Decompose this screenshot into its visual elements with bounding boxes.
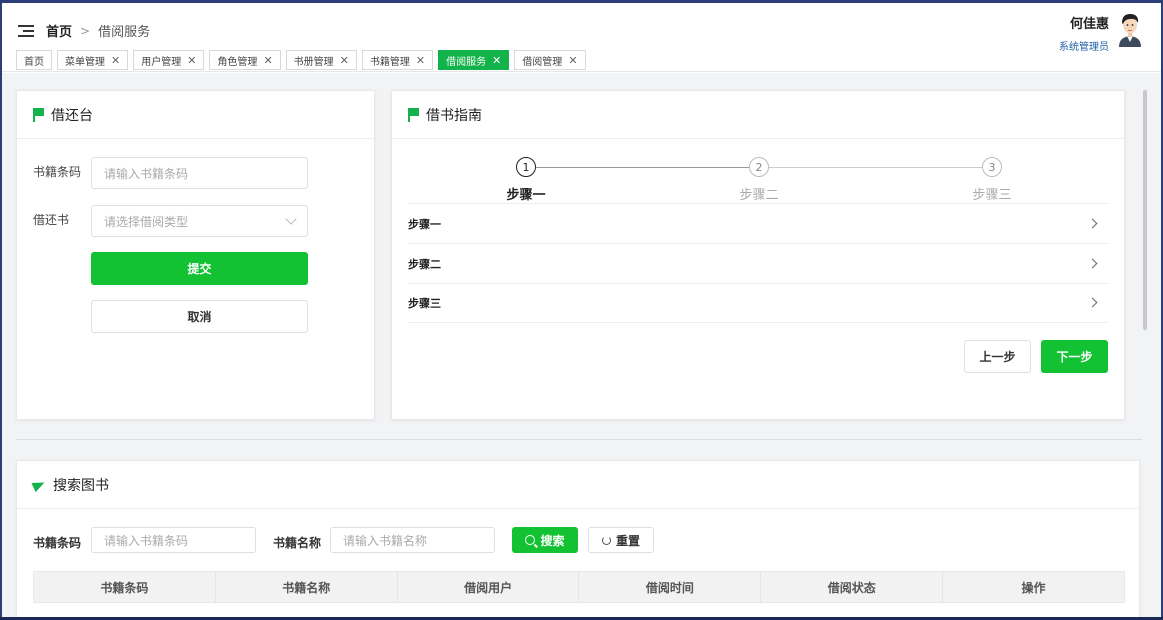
search-barcode-label: 书籍条码: [33, 536, 82, 550]
collapse-item-label: 步骤二: [408, 257, 441, 271]
menu-collapse-icon[interactable]: [18, 25, 34, 37]
collapse-item-step1[interactable]: 步骤一: [408, 204, 1108, 244]
search-barcode-input[interactable]: 请输入书籍条码: [91, 527, 256, 553]
flag-icon: [408, 107, 420, 122]
borrow-type-label: 借还书: [33, 213, 70, 227]
paper-plane-icon: [33, 479, 47, 491]
main-content: 借还台 书籍条码 请输入书籍条码 借还书 请选择借阅类型 提交 取消 借书指南 …: [2, 73, 1161, 617]
close-icon[interactable]: ✕: [263, 54, 272, 67]
prev-step-button[interactable]: 上一步: [964, 340, 1031, 373]
step-2-title: 步骤二: [739, 188, 779, 203]
borrow-card-title: 借还台: [51, 107, 93, 124]
borrow-return-card: 借还台 书籍条码 请输入书籍条码 借还书 请选择借阅类型 提交 取消: [16, 90, 375, 420]
borrow-type-placeholder: 请选择借阅类型: [104, 214, 189, 229]
tab-label: 用户管理: [141, 56, 182, 68]
guide-card-header: 借书指南: [392, 91, 1124, 139]
guide-card-title: 借书指南: [426, 107, 482, 124]
chevron-down-icon: [285, 213, 297, 225]
table-header: 书籍条码 书籍名称 借阅用户 借阅时间 借阅状态 操作: [33, 571, 1125, 603]
chevron-right-icon: [1087, 297, 1098, 308]
step-connector: [769, 167, 982, 168]
tab-label: 书册管理: [293, 56, 334, 68]
close-icon[interactable]: ✕: [111, 54, 120, 67]
tab-label: 借阅管理: [522, 56, 563, 68]
top-header: 首页 > 借阅服务 何佳惠 系统管理员: [2, 3, 1161, 53]
borrow-card-header: 借还台: [17, 91, 374, 139]
step-connector: [536, 167, 749, 168]
tab-5[interactable]: 书册管理 ✕: [285, 50, 357, 70]
tab-label: 书籍管理: [369, 56, 410, 68]
chevron-right-icon: [1087, 258, 1098, 269]
tab-8[interactable]: 借阅管理 ✕: [514, 50, 586, 70]
breadcrumb-home[interactable]: 首页: [46, 21, 72, 40]
column-header: 操作: [1021, 580, 1046, 595]
step-3-title: 步骤三: [972, 188, 1012, 203]
search-books-card: 搜索图书 书籍条码 请输入书籍条码 书籍名称 请输入书籍名称 搜索 重置 书籍条…: [16, 460, 1140, 617]
step-3-indicator: 3: [982, 157, 1002, 177]
next-step-button[interactable]: 下一步: [1041, 340, 1108, 373]
tab-label: 首页: [24, 56, 44, 68]
submit-button[interactable]: 提交: [91, 252, 308, 285]
tab-3[interactable]: 用户管理 ✕: [133, 50, 205, 70]
column-header: 借阅时间: [579, 572, 762, 602]
section-divider: [16, 439, 1142, 440]
tab-6[interactable]: 书籍管理 ✕: [361, 50, 434, 70]
breadcrumb-current: 借阅服务: [98, 25, 151, 40]
close-icon[interactable]: ✕: [340, 54, 349, 67]
flag-icon: [33, 107, 45, 122]
avatar[interactable]: [1115, 11, 1145, 47]
tab-label: 借阅服务: [446, 56, 487, 68]
close-icon[interactable]: ✕: [492, 54, 501, 67]
barcode-label: 书籍条码: [33, 165, 82, 179]
cancel-button[interactable]: 取消: [91, 300, 308, 333]
tab-1[interactable]: 首页: [16, 50, 52, 70]
column-header: 书籍名称: [216, 572, 398, 602]
user-name: 何佳惠: [1069, 17, 1109, 32]
collapse-item-label: 步骤三: [408, 296, 441, 310]
tab-label: 菜单管理: [65, 56, 105, 68]
barcode-input[interactable]: 请输入书籍条码: [91, 157, 308, 189]
search-icon: [525, 535, 536, 545]
tab-bar: 首页 菜单管理 ✕ 用户管理 ✕ 角色管理 ✕ 书册管理 ✕ 书籍管理 ✕ 借阅服务 ✕ 借阅管理 ✕: [2, 50, 1161, 72]
close-icon[interactable]: ✕: [416, 54, 425, 67]
collapse-item-label: 步骤一: [408, 217, 441, 231]
search-card-header: 搜索图书: [17, 461, 1139, 509]
search-button[interactable]: 搜索: [512, 527, 578, 553]
borrow-type-select[interactable]: 请选择借阅类型: [91, 205, 308, 237]
barcode-input-placeholder: 请输入书籍条码: [104, 166, 189, 181]
tab-4[interactable]: 角色管理 ✕: [209, 50, 281, 70]
chevron-right-icon: [1087, 218, 1098, 229]
reset-button-label: 重置: [615, 533, 640, 548]
reset-button[interactable]: 重置: [588, 527, 654, 553]
scrollbar[interactable]: [1143, 90, 1147, 330]
tab-label: 角色管理: [217, 56, 258, 68]
column-header: 借阅用户: [398, 572, 580, 602]
close-icon[interactable]: ✕: [187, 54, 196, 67]
search-name-label: 书籍名称: [273, 536, 322, 550]
tab-7[interactable]: 借阅服务 ✕: [438, 50, 510, 70]
search-button-label: 搜索: [540, 533, 565, 548]
collapse-item-step3[interactable]: 步骤三: [408, 283, 1108, 323]
tab-2[interactable]: 菜单管理 ✕: [57, 50, 129, 70]
user-info[interactable]: 何佳惠 系统管理员: [1059, 13, 1109, 53]
borrow-guide-card: 借书指南 1 2 3 步骤一 步骤二 步骤三 步骤一 步骤二 步骤三 上一步 下…: [391, 90, 1125, 420]
column-header: 书籍条码: [34, 572, 216, 602]
column-header: 借阅状态: [761, 572, 944, 602]
step-1-title: 步骤一: [506, 188, 546, 203]
search-barcode-placeholder: 请输入书籍条码: [104, 533, 189, 548]
breadcrumb-separator-icon: >: [80, 23, 91, 38]
search-name-input[interactable]: 请输入书籍名称: [330, 527, 495, 553]
step-1-indicator: 1: [516, 157, 536, 177]
search-name-placeholder: 请输入书籍名称: [343, 533, 428, 548]
refresh-icon: [601, 535, 611, 545]
breadcrumb: 首页 > 借阅服务: [46, 21, 151, 41]
collapse-item-step2[interactable]: 步骤二: [408, 244, 1108, 284]
search-card-title: 搜索图书: [53, 477, 109, 494]
close-icon[interactable]: ✕: [568, 54, 577, 67]
step-2-indicator: 2: [749, 157, 769, 177]
